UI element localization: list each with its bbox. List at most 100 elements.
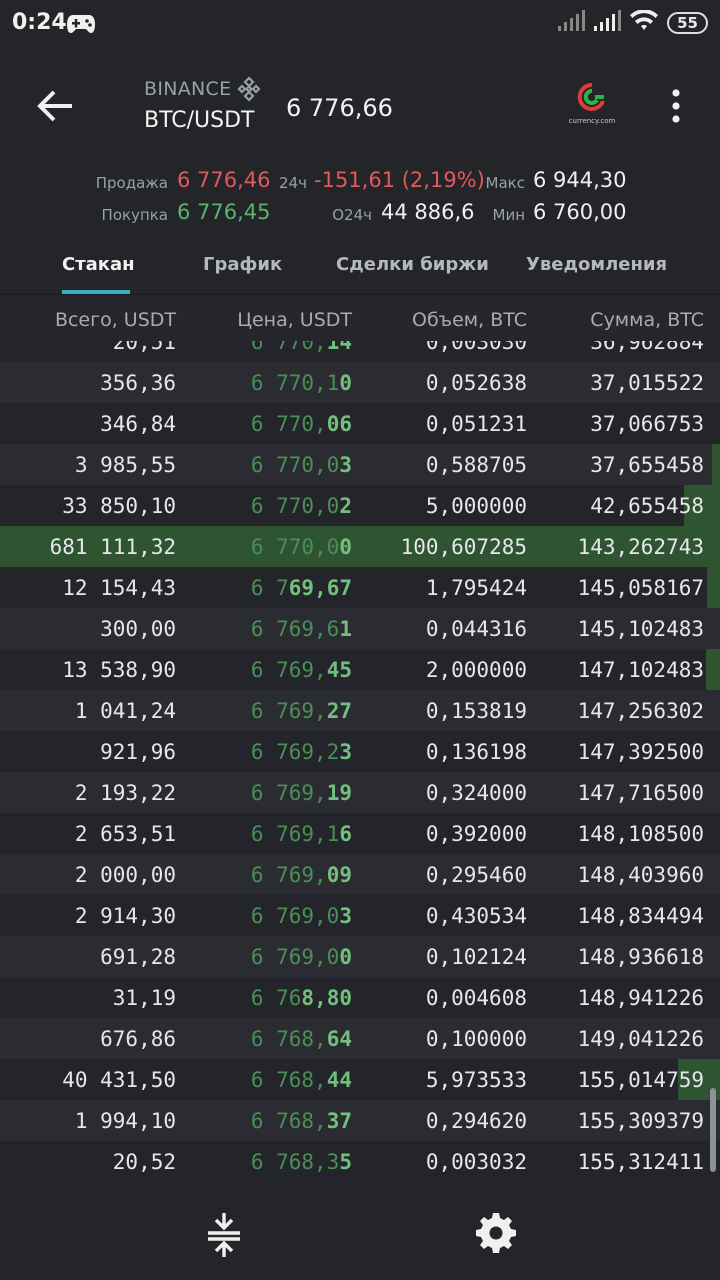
- currency-com-logo[interactable]: currency.com: [566, 82, 618, 125]
- price-suffix: 3: [339, 453, 352, 477]
- app-bar: BINANCE BTC/USDT 6 776,66 currency.com: [0, 52, 720, 164]
- price-cell: 6 769,45: [251, 658, 352, 682]
- order-book-row[interactable]: 2 914,30 6 769,03 0,430534 148,834494: [0, 895, 720, 936]
- volume-cell: 0,136198: [425, 740, 527, 764]
- compress-vertical-icon[interactable]: [206, 1211, 242, 1263]
- column-total: Всего, USDT: [54, 309, 176, 331]
- price-cell: 6 770,03: [251, 453, 352, 477]
- buy-label: Покупка: [101, 206, 168, 224]
- sum-cell: 155,309379: [577, 1109, 704, 1133]
- order-book[interactable]: 20,51 6 770,14 0,003030 36,962884 356,36 6 77…: [0, 341, 720, 1189]
- order-book-row[interactable]: 691,28 6 769,00 0,102124 148,936618: [0, 936, 720, 977]
- order-book-row[interactable]: 13 538,90 6 769,45 2,000000 147,102483: [0, 649, 720, 690]
- order-book-row[interactable]: 921,96 6 769,23 0,136198 147,392500: [0, 731, 720, 772]
- order-book-row[interactable]: 2 000,00 6 769,09 0,295460 148,403960: [0, 854, 720, 895]
- order-book-row[interactable]: 31,19 6 768,80 0,004608 148,941226: [0, 977, 720, 1018]
- market-stats: Продажа 6 776,46 Покупка 6 776,45 24ч -1…: [0, 164, 720, 236]
- column-volume: Объем, BTC: [412, 309, 527, 331]
- max-label: Макс: [485, 174, 525, 192]
- price-suffix: 5: [339, 1150, 352, 1174]
- volume-cell: 0,295460: [425, 863, 527, 887]
- price-suffix: 6: [339, 822, 352, 846]
- total-cell: 3 985,55: [74, 453, 176, 477]
- order-book-row[interactable]: 33 850,10 6 770,02 5,000000 42,655458: [0, 485, 720, 526]
- order-book-row[interactable]: 20,52 6 768,35 0,003032 155,312411: [0, 1141, 720, 1182]
- trading-pair: BTC/USDT: [144, 108, 255, 133]
- order-book-row[interactable]: 20,51 6 770,14 0,003030 36,962884: [0, 341, 720, 362]
- order-book-row[interactable]: 1 994,10 6 768,37 0,294620 155,309379: [0, 1100, 720, 1141]
- status-bar: 0:24 55: [0, 0, 720, 52]
- tab-order-book[interactable]: Стакан: [62, 254, 135, 275]
- total-cell: 691,28: [100, 945, 176, 969]
- total-cell: 2 914,30: [74, 904, 176, 928]
- volume-cell: 0,430534: [425, 904, 527, 928]
- tab-notifications[interactable]: Уведомления: [526, 254, 667, 275]
- depth-bar: [707, 567, 720, 608]
- sum-cell: 143,262743: [577, 535, 704, 559]
- sum-cell: 145,102483: [577, 617, 704, 641]
- price-cell: 6 769,23: [251, 740, 352, 764]
- sum-cell: 37,066753: [590, 412, 704, 436]
- bottom-bar: [0, 1189, 720, 1280]
- price-cell: 6 769,19: [251, 781, 352, 805]
- order-book-row[interactable]: 1 041,24 6 769,27 0,153819 147,256302: [0, 690, 720, 731]
- order-book-row[interactable]: 40 431,50 6 768,44 5,973533 155,014759: [0, 1059, 720, 1100]
- volume-cell: 5,973533: [425, 1068, 527, 1092]
- price-suffix: 0: [339, 535, 352, 559]
- volume-cell: 0,588705: [425, 453, 527, 477]
- more-vertical-icon[interactable]: [666, 88, 686, 128]
- price-suffix: 09: [326, 863, 352, 887]
- active-tab-indicator: [62, 290, 130, 294]
- binance-logo-icon: [236, 76, 262, 106]
- order-book-row[interactable]: 12 154,43 6 769,67 1,795424 145,058167: [0, 567, 720, 608]
- order-book-row[interactable]: 356,36 6 770,10 0,052638 37,015522: [0, 362, 720, 403]
- price-suffix: 14: [326, 341, 352, 354]
- total-cell: 2 653,51: [74, 822, 176, 846]
- price-prefix: 6 769,6: [250, 617, 340, 641]
- order-book-row[interactable]: 2 653,51 6 769,16 0,392000 148,108500: [0, 813, 720, 854]
- brand-text: currency.com: [568, 117, 616, 125]
- order-book-row[interactable]: 300,00 6 769,61 0,044316 145,102483: [0, 608, 720, 649]
- sum-cell: 148,936618: [577, 945, 704, 969]
- column-sum: Сумма, BTC: [590, 309, 704, 331]
- last-price: 6 776,66: [286, 94, 393, 122]
- price-prefix: 6 770,0: [250, 453, 340, 477]
- order-book-row[interactable]: 2 193,22 6 769,19 0,324000 147,716500: [0, 772, 720, 813]
- price-prefix: 6 769,0: [250, 904, 340, 928]
- price-suffix: 45: [326, 658, 352, 682]
- scrollbar[interactable]: [710, 1088, 716, 1172]
- order-book-row[interactable]: 681 111,32 6 770,00 100,607285 143,262743: [0, 526, 720, 567]
- tab-trades[interactable]: Сделки биржи: [336, 254, 489, 275]
- status-icons: 55: [557, 9, 708, 36]
- price-cell: 6 770,10: [251, 371, 352, 395]
- sum-cell: 148,941226: [577, 986, 704, 1010]
- sum-cell: 37,015522: [590, 371, 704, 395]
- price-prefix: 6 769,: [250, 658, 327, 682]
- price-cell: 6 770,14: [251, 341, 352, 354]
- price-cell: 6 770,02: [251, 494, 352, 518]
- price-prefix: 6 769,: [250, 863, 327, 887]
- order-book-row[interactable]: 3 985,55 6 770,03 0,588705 37,655458: [0, 444, 720, 485]
- sum-cell: 148,834494: [577, 904, 704, 928]
- price-prefix: 6 770,0: [250, 494, 340, 518]
- price-prefix: 6 769,: [250, 699, 327, 723]
- battery-indicator: 55: [667, 12, 708, 34]
- price-prefix: 6 76: [250, 986, 302, 1010]
- arrow-left-icon[interactable]: [36, 88, 76, 128]
- volume-cell: 1,795424: [425, 576, 527, 600]
- tab-chart[interactable]: График: [203, 254, 282, 275]
- sum-cell: 147,716500: [577, 781, 704, 805]
- total-cell: 20,52: [112, 1150, 176, 1174]
- price-cell: 6 769,09: [251, 863, 352, 887]
- order-book-row[interactable]: 346,84 6 770,06 0,051231 37,066753: [0, 403, 720, 444]
- sum-cell: 149,041226: [577, 1027, 704, 1051]
- price-prefix: 6 770,: [250, 341, 327, 354]
- exchange-name: BINANCE: [144, 78, 232, 100]
- sum-cell: 148,403960: [577, 863, 704, 887]
- sum-cell: 148,108500: [577, 822, 704, 846]
- gear-icon[interactable]: [474, 1211, 518, 1259]
- order-book-row[interactable]: 676,86 6 768,64 0,100000 149,041226: [0, 1018, 720, 1059]
- currency-com-icon: [577, 82, 605, 111]
- price-cell: 6 769,27: [251, 699, 352, 723]
- price-cell: 6 768,80: [251, 986, 352, 1010]
